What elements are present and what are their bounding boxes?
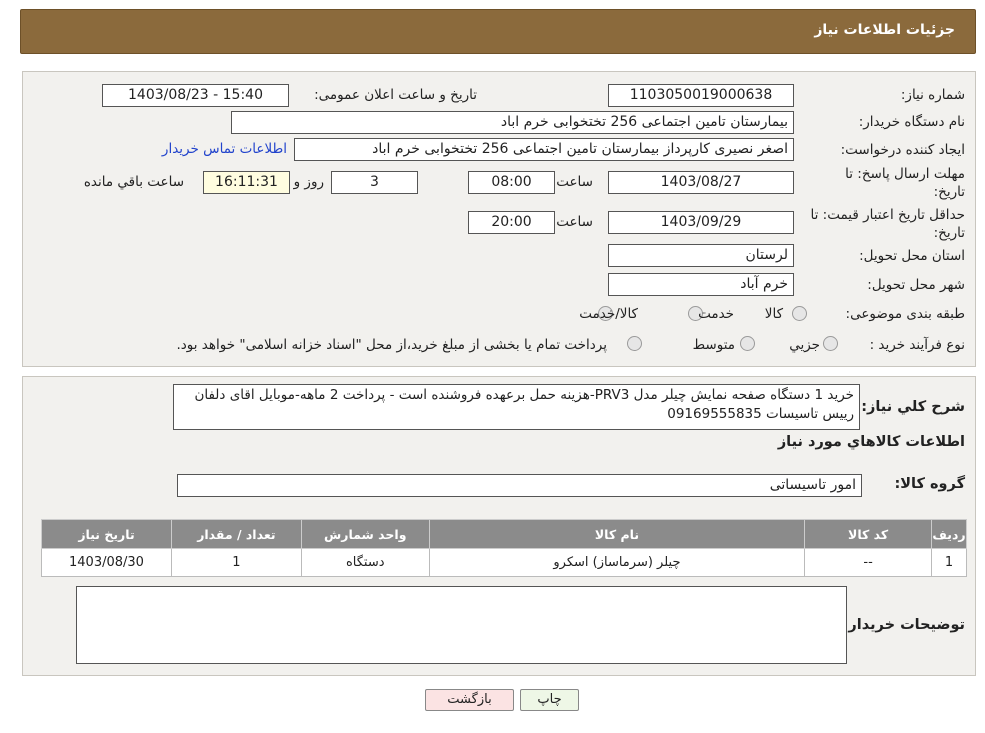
cell-quantity: 1	[170, 548, 302, 577]
deadline-label: مهلت ارسال پاسخ: تا	[845, 166, 965, 182]
group-label: گروه کالا:	[894, 476, 965, 492]
deadline-time-field: 08:00	[468, 171, 555, 194]
page-title: جزئیات اطلاعات نیاز	[814, 22, 955, 38]
deadline-time-label: ساعت	[556, 174, 593, 190]
buyer-org-label: نام دستگاه خریدار:	[858, 114, 965, 130]
buyer-notes-label: توضیحات خریدار:	[842, 617, 965, 633]
city-field: خرم آباد	[608, 273, 794, 296]
validity-label-2: تاریخ:	[933, 225, 965, 241]
category-label: طبقه بندی موضوعی:	[845, 306, 965, 322]
back-button[interactable]: بازگشت	[425, 689, 514, 711]
process-radio-minor[interactable]	[823, 336, 838, 351]
table-row: 1 -- چیلر (سرماساز) اسکرو دستگاه 1 1403/…	[41, 548, 967, 577]
process-note: پرداخت تمام یا بخشی از مبلغ خرید،از محل …	[176, 337, 607, 353]
description-field[interactable]: خرید 1 دستگاه صفحه نمایش چیلر مدل PRV3-ه…	[173, 384, 860, 430]
announce-label: تاریخ و ساعت اعلان عمومی:	[314, 87, 477, 103]
creator-field: اصغر نصیری کارپرداز بیمارستان تامین اجتم…	[294, 138, 794, 161]
print-button[interactable]: چاپ	[520, 689, 579, 711]
page-header: جزئیات اطلاعات نیاز	[20, 9, 976, 54]
validity-date-field: 1403/09/29	[608, 211, 794, 234]
remaining-time-field: 16:11:31	[203, 171, 290, 194]
validity-time-field: 20:00	[468, 211, 555, 234]
contact-info-link[interactable]: اطلاعات تماس خریدار	[162, 141, 287, 157]
cell-date: 1403/08/30	[41, 548, 172, 577]
cell-name: چیلر (سرماساز) اسکرو	[428, 548, 806, 577]
remaining-label: ساعت باقي مانده	[83, 174, 184, 190]
process-label: نوع فرآیند خرید :	[869, 337, 965, 353]
buyer-org-field: بیمارستان تامین اجتماعی 256 تختخوابی خرم…	[231, 111, 794, 134]
days-field: 3	[331, 171, 418, 194]
items-info-heading: اطلاعات کالاهاي مورد نياز	[777, 434, 965, 450]
category-option-goods: کالا	[764, 306, 783, 322]
process-radio-medium[interactable]	[740, 336, 755, 351]
col-quantity: تعداد / مقدار	[170, 519, 302, 549]
deadline-date-field: 1403/08/27	[608, 171, 794, 194]
category-radio-goods[interactable]	[792, 306, 807, 321]
buyer-notes-field[interactable]	[76, 586, 847, 664]
cell-row: 1	[931, 548, 967, 577]
category-option-service: خدمت	[698, 306, 734, 322]
col-name: نام کالا	[428, 519, 806, 549]
need-number-field: 1103050019000638	[608, 84, 794, 107]
group-field: امور تاسیساتی	[177, 474, 862, 497]
col-code: کد کالا	[804, 519, 933, 549]
process-option-medium: متوسط	[692, 337, 735, 353]
days-label: روز و	[293, 174, 324, 190]
process-checkbox-treasury[interactable]	[627, 336, 642, 351]
info-panel: شماره نیاز: 1103050019000638 تاریخ و ساع…	[22, 71, 976, 367]
col-unit: واحد شمارش	[300, 519, 430, 549]
city-label: شهر محل تحویل:	[867, 277, 965, 293]
table-header-row: رديف کد کالا نام کالا واحد شمارش تعداد /…	[41, 519, 967, 549]
creator-label: ایجاد کننده درخواست:	[840, 142, 965, 158]
cell-code: --	[804, 548, 933, 577]
process-option-minor: جزيي	[789, 337, 820, 353]
deadline-label-2: تاریخ:	[933, 184, 965, 200]
validity-label: حداقل تاریخ اعتبار قیمت: تا	[810, 207, 965, 223]
need-number-label: شماره نیاز:	[900, 87, 965, 103]
cell-unit: دستگاه	[300, 548, 430, 577]
col-row: رديف	[931, 519, 967, 549]
validity-time-label: ساعت	[556, 214, 593, 230]
details-panel: شرح کلي نياز: خرید 1 دستگاه صفحه نمایش چ…	[22, 376, 976, 676]
category-option-both: کالا/خدمت	[579, 306, 638, 322]
province-label: استان محل تحویل:	[859, 248, 965, 264]
announce-field: 1403/08/23 - 15:40	[102, 84, 289, 107]
province-field: لرستان	[608, 244, 794, 267]
description-label: شرح کلي نياز:	[861, 399, 965, 415]
items-table: رديف کد کالا نام کالا واحد شمارش تعداد /…	[41, 519, 967, 577]
col-date: تاريخ نياز	[41, 519, 172, 549]
